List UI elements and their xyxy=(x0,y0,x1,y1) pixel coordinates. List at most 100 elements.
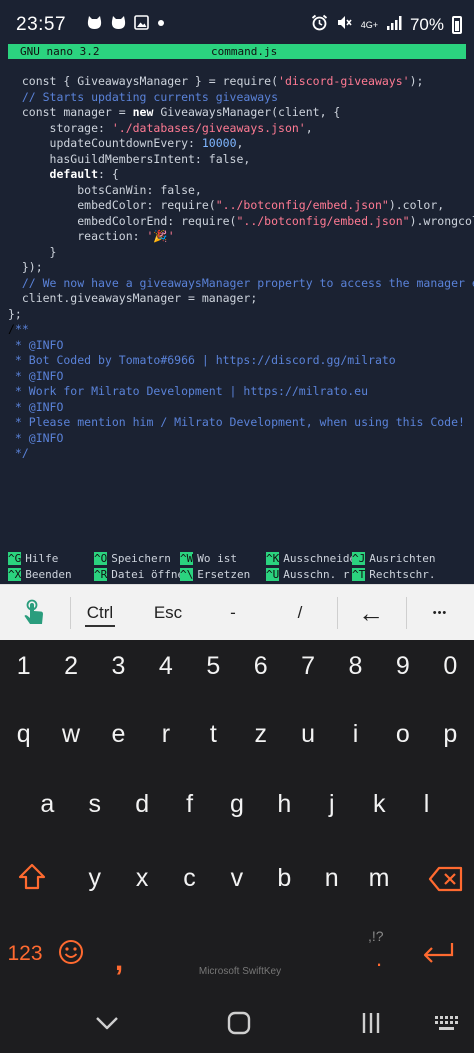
code-line[interactable]: const manager = new GiveawaysManager(cli… xyxy=(8,105,474,121)
ctrl-key[interactable]: Ctrl xyxy=(74,585,126,641)
code-line[interactable]: hasGuildMembersIntent: false, xyxy=(8,152,474,168)
code-line[interactable]: } xyxy=(8,245,474,261)
key-1[interactable]: 1 xyxy=(0,652,47,681)
key-x[interactable]: x xyxy=(118,864,165,893)
esc-key[interactable]: Esc xyxy=(142,585,194,641)
code-line[interactable]: client.giveawaysManager = manager; xyxy=(8,291,474,307)
home-button-icon[interactable] xyxy=(224,1008,254,1038)
code-line[interactable]: const { GiveawaysManager } = require('di… xyxy=(8,74,474,90)
key-t[interactable]: t xyxy=(190,720,237,749)
key-f[interactable]: f xyxy=(166,790,213,819)
key-z[interactable]: z xyxy=(237,720,284,749)
code-token: : { xyxy=(98,167,119,181)
code-editor[interactable]: const { GiveawaysManager } = require('di… xyxy=(8,74,474,462)
code-line[interactable]: embedColor: require("../botconfig/embed.… xyxy=(8,198,474,214)
terminal-view[interactable]: GNU nano 3.2 command.js const { Giveaway… xyxy=(0,44,474,584)
key-v[interactable]: v xyxy=(213,864,260,893)
code-line[interactable]: * @INFO xyxy=(8,400,474,416)
shortcut-item: ^X Beenden xyxy=(8,567,72,583)
code-line[interactable]: * @INFO xyxy=(8,431,474,447)
code-line[interactable]: reaction: '🎉' xyxy=(8,229,474,245)
key-b[interactable]: b xyxy=(261,864,308,893)
code-line[interactable]: default: { xyxy=(8,167,474,183)
code-token: ); xyxy=(409,74,424,88)
key-m[interactable]: m xyxy=(355,864,402,893)
code-line[interactable]: }; xyxy=(8,307,474,323)
code-line[interactable]: * Please mention him / Milrato Developme… xyxy=(8,415,474,431)
more-options-button[interactable]: ••• xyxy=(418,585,462,641)
code-line[interactable]: storage: './databases/giveaways.json', xyxy=(8,121,474,137)
key-0[interactable]: 0 xyxy=(427,652,474,681)
key-i[interactable]: i xyxy=(332,720,379,749)
key-7[interactable]: 7 xyxy=(284,652,331,681)
shortcut-item: ^K Ausschneide xyxy=(266,551,356,567)
code-line[interactable]: */ xyxy=(8,446,474,462)
nano-shortcut-bar: ^G Hilfe ^O Speichern ^W Wo ist ^K Ausschneide ^… xyxy=(8,551,474,582)
period-key[interactable]: . xyxy=(364,946,394,972)
comma-key[interactable]: , xyxy=(104,944,134,978)
key-g[interactable]: g xyxy=(213,790,260,819)
key-8[interactable]: 8 xyxy=(332,652,379,681)
code-line[interactable]: }); xyxy=(8,260,474,276)
key-h[interactable]: h xyxy=(261,790,308,819)
hide-keyboard-icon[interactable] xyxy=(92,1008,122,1038)
code-line[interactable]: // Starts updating currents giveaways xyxy=(8,90,474,106)
key-2[interactable]: 2 xyxy=(47,652,94,681)
code-token: "../botconfig/embed.json" xyxy=(215,198,389,212)
code-token: botsCanWin: false, xyxy=(8,182,202,197)
code-line[interactable]: * @INFO xyxy=(8,338,474,354)
key-4[interactable]: 4 xyxy=(142,652,189,681)
mute-icon xyxy=(336,14,353,36)
key-l[interactable]: l xyxy=(403,790,450,819)
code-line[interactable]: // We now have a giveawaysManager proper… xyxy=(8,276,474,292)
key-s[interactable]: s xyxy=(71,790,118,819)
key-k[interactable]: k xyxy=(356,790,403,819)
key-9[interactable]: 9 xyxy=(379,652,426,681)
code-line[interactable]: * Bot Coded by Tomato#6966 | https://dis… xyxy=(8,353,474,369)
shortcut-row: ^X Beenden ^R Datei öffne ^\ Ersetzen ^U Aussch… xyxy=(8,567,474,583)
backspace-key[interactable] xyxy=(424,866,468,896)
shortcut-key: ^W xyxy=(180,552,194,565)
shift-key[interactable] xyxy=(10,862,54,902)
recent-apps-icon[interactable] xyxy=(356,1008,386,1038)
dash-key[interactable]: - xyxy=(210,585,256,641)
keyboard-switch-icon[interactable] xyxy=(432,1008,462,1038)
emoji-key[interactable] xyxy=(54,938,88,970)
key-5[interactable]: 5 xyxy=(190,652,237,681)
shortcut-label: Ausrichten xyxy=(369,552,436,565)
key-6[interactable]: 6 xyxy=(237,652,284,681)
shortcut-item: ^W Wo ist xyxy=(180,551,237,567)
code-line[interactable]: updateCountdownEvery: 10000, xyxy=(8,136,474,152)
code-line[interactable]: embedColorEnd: require("../botconfig/emb… xyxy=(8,214,474,230)
key-u[interactable]: u xyxy=(284,720,331,749)
key-r[interactable]: r xyxy=(142,720,189,749)
shortcut-label: Datei öffne xyxy=(111,567,185,581)
touch-gesture-icon[interactable] xyxy=(14,585,54,641)
symbols-key[interactable]: 123 xyxy=(2,942,48,966)
key-3[interactable]: 3 xyxy=(95,652,142,681)
back-arrow-key[interactable]: ← xyxy=(350,585,392,641)
code-line[interactable]: * @INFO xyxy=(8,369,474,385)
code-line[interactable]: * Work for Milrato Development | https:/… xyxy=(8,384,474,400)
key-n[interactable]: n xyxy=(308,864,355,893)
key-d[interactable]: d xyxy=(119,790,166,819)
shortcut-item: ^T Rechtschr. xyxy=(352,567,435,583)
network-type: 4G+ xyxy=(360,19,378,30)
code-line[interactable]: /** xyxy=(8,322,474,338)
space-bar[interactable] xyxy=(138,936,338,984)
key-w[interactable]: w xyxy=(47,720,94,749)
code-token: * Work for Milrato Development | https:/… xyxy=(8,384,369,398)
key-o[interactable]: o xyxy=(379,720,426,749)
key-j[interactable]: j xyxy=(308,790,355,819)
key-e[interactable]: e xyxy=(95,720,142,749)
key-a[interactable]: a xyxy=(24,790,71,819)
slash-key[interactable]: / xyxy=(277,585,323,641)
key-y[interactable]: y xyxy=(71,864,118,893)
key-c[interactable]: c xyxy=(166,864,213,893)
code-line[interactable]: botsCanWin: false, xyxy=(8,183,474,199)
key-p[interactable]: p xyxy=(427,720,474,749)
enter-key[interactable] xyxy=(416,940,460,972)
key-q[interactable]: q xyxy=(0,720,47,749)
shortcut-key: ^T xyxy=(352,567,366,581)
